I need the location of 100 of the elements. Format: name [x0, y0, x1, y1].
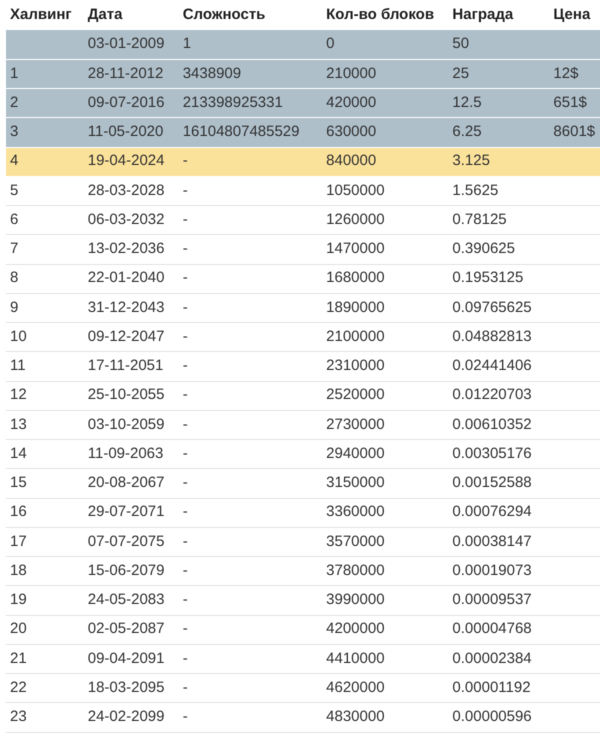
table-cell: 11 [10, 357, 26, 374]
table-cell: 213398925331 [182, 94, 283, 111]
table-cell: 630000 [326, 123, 376, 140]
table-cell: - [182, 182, 188, 199]
table-cell: 3570000 [326, 532, 385, 550]
table-cell: 03-10-2059 [88, 416, 164, 433]
table-cell: 09-04-2091 [88, 650, 164, 667]
table-cell: 16104807485529 [182, 123, 300, 140]
table-cell: - [182, 562, 188, 579]
table-cell: 5 [10, 182, 18, 199]
table-cell: 0.00002384 [452, 650, 532, 667]
table-cell: 0.00009537 [452, 591, 532, 608]
table-cell: 0.00001192 [452, 678, 531, 696]
table-cell: 8601$ [553, 123, 596, 140]
table-cell: 6 [10, 210, 18, 228]
table-cell: 1 [10, 64, 18, 82]
table-cell: 2100000 [326, 328, 385, 345]
table-cell: 06-03-2032 [88, 210, 164, 228]
table-cell: 31-12-2043 [88, 298, 164, 316]
table-cell: 0.00152588 [452, 474, 532, 492]
table-cell: - [182, 240, 188, 258]
table-cell: 4410000 [326, 650, 385, 667]
table-cell: 13 [10, 416, 27, 433]
table-cell: 1890000 [326, 298, 385, 316]
table-cell: 1.5625 [452, 182, 498, 199]
table-cell: 25-10-2055 [88, 386, 164, 404]
table-cell: 23 [10, 708, 27, 726]
table-cell: 0.00004768 [452, 620, 532, 638]
table-cell: 15 [10, 474, 27, 492]
table-cell: 25 [452, 64, 470, 82]
table-cell: 0.01220703 [452, 386, 532, 404]
table-cell: 0.02441406 [452, 357, 532, 374]
table-cell: 3 [10, 123, 18, 140]
table-cell: 28-11-2012 [88, 64, 164, 82]
column-header: Цена [546, 0, 600, 30]
table-cell: 21 [10, 650, 27, 667]
table-cell: 18-03-2095 [88, 678, 164, 696]
column-header: Сложность [176, 0, 320, 30]
table-cell: 09-12-2047 [88, 328, 164, 345]
table-cell: 0.00019073 [452, 562, 532, 579]
table-cell: 1470000 [326, 240, 385, 258]
table-cell: 20 [10, 620, 27, 638]
table-cell: - [182, 650, 188, 667]
table-cell: 8 [10, 269, 18, 286]
table-cell: 10 [10, 328, 27, 345]
table-cell: 0.04882813 [452, 328, 532, 345]
table-cell: 0.00610352 [452, 416, 532, 433]
table-cell: 9 [10, 298, 18, 316]
table-cell: 20-08-2067 [88, 474, 164, 492]
table-cell: - [182, 386, 188, 404]
table-cell: 22 [10, 678, 27, 696]
table-cell: - [182, 269, 188, 286]
table-cell: 2940000 [326, 444, 385, 462]
table-cell: 420000 [326, 94, 376, 111]
table-cell: 1 [182, 35, 192, 52]
table-cell: 3990000 [326, 591, 385, 608]
table-cell: - [182, 678, 188, 696]
table-cell: 02-05-2087 [88, 620, 164, 638]
table-cell: 13-02-2036 [88, 240, 164, 258]
column-header: Дата [80, 0, 176, 30]
table-cell: 24-05-2083 [88, 591, 164, 608]
table-cell: 50 [452, 35, 470, 52]
table-cell: 0.00305176 [452, 444, 532, 462]
table-cell: 4 [10, 152, 18, 170]
table-cell: 0.1953125 [452, 269, 524, 286]
table-cell: 03-01-2009 [88, 35, 164, 52]
table-cell: 840000 [326, 152, 376, 170]
table-cell: 0 [326, 35, 334, 52]
table-cell: - [182, 591, 188, 608]
table-cell: 3438909 [182, 64, 242, 82]
table-cell: - [182, 474, 188, 492]
table-cell: - [182, 357, 188, 374]
table-cell: 11-09-2063 [88, 444, 164, 462]
table-cell: 4830000 [326, 708, 385, 726]
table-cell: 6.25 [452, 123, 482, 140]
column-header: Халвинг [6, 0, 81, 30]
table-cell: 651$ [553, 94, 587, 111]
table-cell: 2730000 [326, 416, 385, 433]
table-cell: - [182, 298, 188, 316]
table-cell: 17 [10, 532, 27, 550]
table-cell: 19 [10, 591, 27, 608]
table-cell: - [182, 416, 188, 433]
table-cell: - [182, 503, 188, 520]
table-cell: - [182, 532, 188, 550]
table-cell: 4200000 [326, 620, 385, 638]
table-cell: 0.78125 [452, 210, 507, 228]
table-cell: 3780000 [326, 562, 385, 579]
table-cell: 0.00000596 [452, 708, 532, 726]
table-cell: 12 [10, 386, 27, 404]
table-cell: 24-02-2099 [88, 708, 164, 726]
table-cell: 3150000 [326, 474, 385, 492]
table-cell: - [182, 444, 188, 462]
column-header: Награда [445, 0, 546, 30]
table-cell: 0.390625 [452, 240, 515, 258]
table-cell: 11-05-2020 [88, 123, 164, 140]
table-cell: 0.00038147 [452, 532, 532, 550]
table-cell: 0.00076294 [452, 503, 532, 520]
table-cell: 210000 [326, 64, 376, 82]
table-cell: 1050000 [326, 182, 385, 199]
table-cell: 1680000 [326, 269, 385, 286]
